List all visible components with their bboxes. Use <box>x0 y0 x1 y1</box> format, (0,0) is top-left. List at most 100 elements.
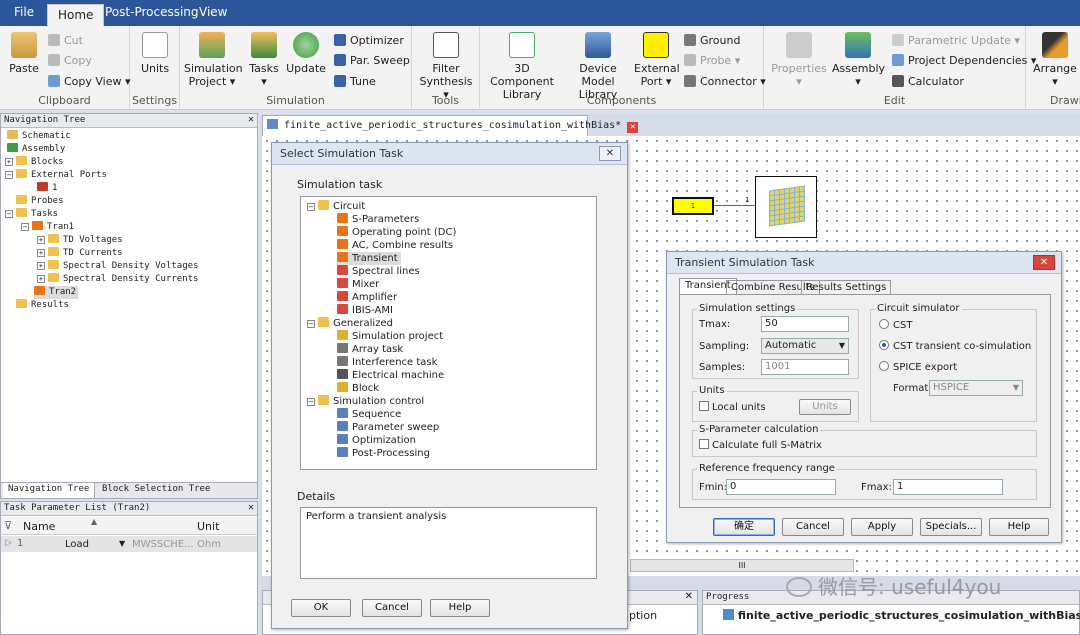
checkbox[interactable] <box>699 401 709 411</box>
tree-item-tran2[interactable]: Tran2 <box>34 286 79 299</box>
col-unit[interactable]: Unit <box>197 520 219 533</box>
radio[interactable] <box>879 361 889 371</box>
radio-spice-export[interactable]: SPICE export <box>879 361 957 373</box>
close-icon[interactable]: ✕ <box>685 591 693 602</box>
task-circuit[interactable]: − Circuit <box>307 200 365 213</box>
radio-cst-transient-cosim[interactable]: CST transient co-simulation <box>879 340 1031 352</box>
menu-view[interactable]: View <box>199 5 227 19</box>
copy-button[interactable]: Copy <box>48 54 92 67</box>
fmin-input[interactable]: 0 <box>726 479 836 495</box>
close-icon[interactable]: ✕ <box>248 502 254 513</box>
task-interference[interactable]: Interference task <box>337 356 437 369</box>
format-select[interactable]: HSPICE ▼ <box>929 380 1023 396</box>
cancel-button[interactable]: Cancel <box>782 518 844 536</box>
expand-icon[interactable]: + <box>5 158 13 166</box>
local-units-checkbox[interactable]: Local units <box>699 401 766 413</box>
task-s-parameters[interactable]: S-Parameters <box>337 213 419 226</box>
calculate-smatrix-checkbox[interactable]: Calculate full S-Matrix <box>699 439 822 451</box>
optimizer-button[interactable]: Optimizer <box>334 34 404 47</box>
filter-synthesis-button[interactable]: Filter Synthesis ▾ <box>418 30 474 101</box>
tune-button[interactable]: Tune <box>334 75 376 88</box>
collapse-icon[interactable]: − <box>5 171 13 179</box>
filter-icon[interactable]: ⊽ <box>4 519 12 532</box>
row-name[interactable]: Load <box>65 539 89 550</box>
connector-button[interactable]: Connector ▾ <box>684 75 766 88</box>
task-simulation-control[interactable]: − Simulation control <box>307 395 424 408</box>
document-tab[interactable]: finite_active_periodic_structures_cosimu… <box>262 115 639 136</box>
tab-results-settings[interactable]: Results Settings <box>801 280 892 294</box>
tasks-button[interactable]: Tasks ▾ <box>246 30 282 88</box>
units-button[interactable]: Units <box>136 30 174 75</box>
tree-item-port-1[interactable]: 1 <box>37 182 57 195</box>
tree-item-probes[interactable]: Probes <box>16 195 64 208</box>
help-button[interactable]: Help <box>430 599 490 617</box>
expand-icon[interactable]: + <box>37 249 45 257</box>
cst-block[interactable] <box>755 176 817 238</box>
paste-button[interactable]: Paste <box>6 30 42 75</box>
expand-icon[interactable]: + <box>37 275 45 283</box>
copy-view-button[interactable]: Copy View ▾ <box>48 75 131 88</box>
task-electrical-machine[interactable]: Electrical machine <box>337 369 444 382</box>
ok-button[interactable]: 确定 <box>713 518 775 536</box>
task-block[interactable]: Block <box>337 382 379 395</box>
arrange-button[interactable]: Arrange ▾ <box>1032 30 1078 88</box>
ground-button[interactable]: Ground <box>684 34 740 47</box>
units-button[interactable]: Units <box>799 399 851 415</box>
task-ibis-ami[interactable]: IBIS-AMI <box>337 304 393 317</box>
task-mixer[interactable]: Mixer <box>337 278 379 291</box>
chevron-down-icon[interactable]: ▼ <box>119 539 125 548</box>
update-button[interactable]: Update <box>286 30 326 75</box>
task-simulation-project[interactable]: Simulation project <box>337 330 443 343</box>
sampling-select[interactable]: Automatic ▼ <box>761 338 849 354</box>
calculator-button[interactable]: Calculator <box>892 75 964 88</box>
simulation-project-button[interactable]: Simulation Project ▾ <box>184 30 243 88</box>
parametric-update-button[interactable]: Parametric Update ▾ <box>892 34 1020 47</box>
properties-button[interactable]: Properties ▾ <box>770 30 828 88</box>
ok-button[interactable]: OK <box>291 599 351 617</box>
tab-navigation-tree[interactable]: Navigation Tree <box>3 483 96 498</box>
3d-component-library-button[interactable]: 3D Component Library <box>484 30 560 101</box>
col-name[interactable]: Name <box>23 520 55 533</box>
tree-item-td-voltages[interactable]: + TD Voltages <box>37 234 123 247</box>
task-optimization[interactable]: Optimization <box>337 434 416 447</box>
task-ac-combine[interactable]: AC, Combine results <box>337 239 453 252</box>
tmax-input[interactable]: 50 <box>761 316 849 332</box>
task-operating-point[interactable]: Operating point (DC) <box>337 226 456 239</box>
tree-item-td-currents[interactable]: + TD Currents <box>37 247 123 260</box>
cut-button[interactable]: Cut <box>48 34 83 47</box>
tree-item-external-ports[interactable]: − External Ports <box>5 169 107 182</box>
collapse-icon[interactable]: − <box>307 320 315 328</box>
tree-item-schematic[interactable]: Schematic <box>7 130 71 143</box>
task-spectral-lines[interactable]: Spectral lines <box>337 265 420 278</box>
tree-item-tasks[interactable]: − Tasks <box>5 208 58 221</box>
collapse-icon[interactable]: − <box>307 398 315 406</box>
menu-home[interactable]: Home <box>47 4 105 26</box>
close-icon[interactable]: ✕ <box>1033 255 1055 270</box>
samples-input[interactable]: 1001 <box>761 359 849 375</box>
project-dependencies-button[interactable]: Project Dependencies ▾ <box>892 54 1036 67</box>
close-icon[interactable]: ✕ <box>248 114 254 125</box>
assembly-button[interactable]: Assembly ▾ <box>832 30 885 88</box>
tree-item-assembly[interactable]: Assembly <box>7 143 65 156</box>
tab-block-selection-tree[interactable]: Block Selection Tree <box>97 483 215 498</box>
task-transient[interactable]: Transient <box>337 252 401 265</box>
tree-item-spectral-density-currents[interactable]: + Spectral Density Currents <box>37 273 198 286</box>
expand-icon[interactable]: + <box>37 236 45 244</box>
expand-icon[interactable]: + <box>37 262 45 270</box>
progress-item[interactable]: finite_active_periodic_structures_cosimu… <box>723 609 1080 622</box>
simulation-task-tree[interactable]: − Circuit S-Parameters Operating point (D… <box>300 196 597 470</box>
tree-item-spectral-density-voltages[interactable]: + Spectral Density Voltages <box>37 260 198 273</box>
tree-item-tran1[interactable]: − Tran1 <box>21 221 74 234</box>
par-sweep-button[interactable]: Par. Sweep <box>334 54 410 67</box>
table-row[interactable]: ▷ 1 Load ▼ MWSSCHE... Ohm <box>1 536 257 552</box>
tree-item-blocks[interactable]: + Blocks <box>5 156 64 169</box>
close-icon[interactable]: ✕ <box>627 122 639 133</box>
tree-item-results[interactable]: Results <box>16 299 69 312</box>
external-port-block[interactable]: 1 <box>672 197 714 215</box>
task-post-processing[interactable]: Post-Processing <box>337 447 430 460</box>
specials-button[interactable]: Specials... <box>920 518 982 536</box>
task-amplifier[interactable]: Amplifier <box>337 291 397 304</box>
collapse-icon[interactable]: − <box>21 223 29 231</box>
radio[interactable] <box>879 340 889 350</box>
help-button[interactable]: Help <box>989 518 1049 536</box>
